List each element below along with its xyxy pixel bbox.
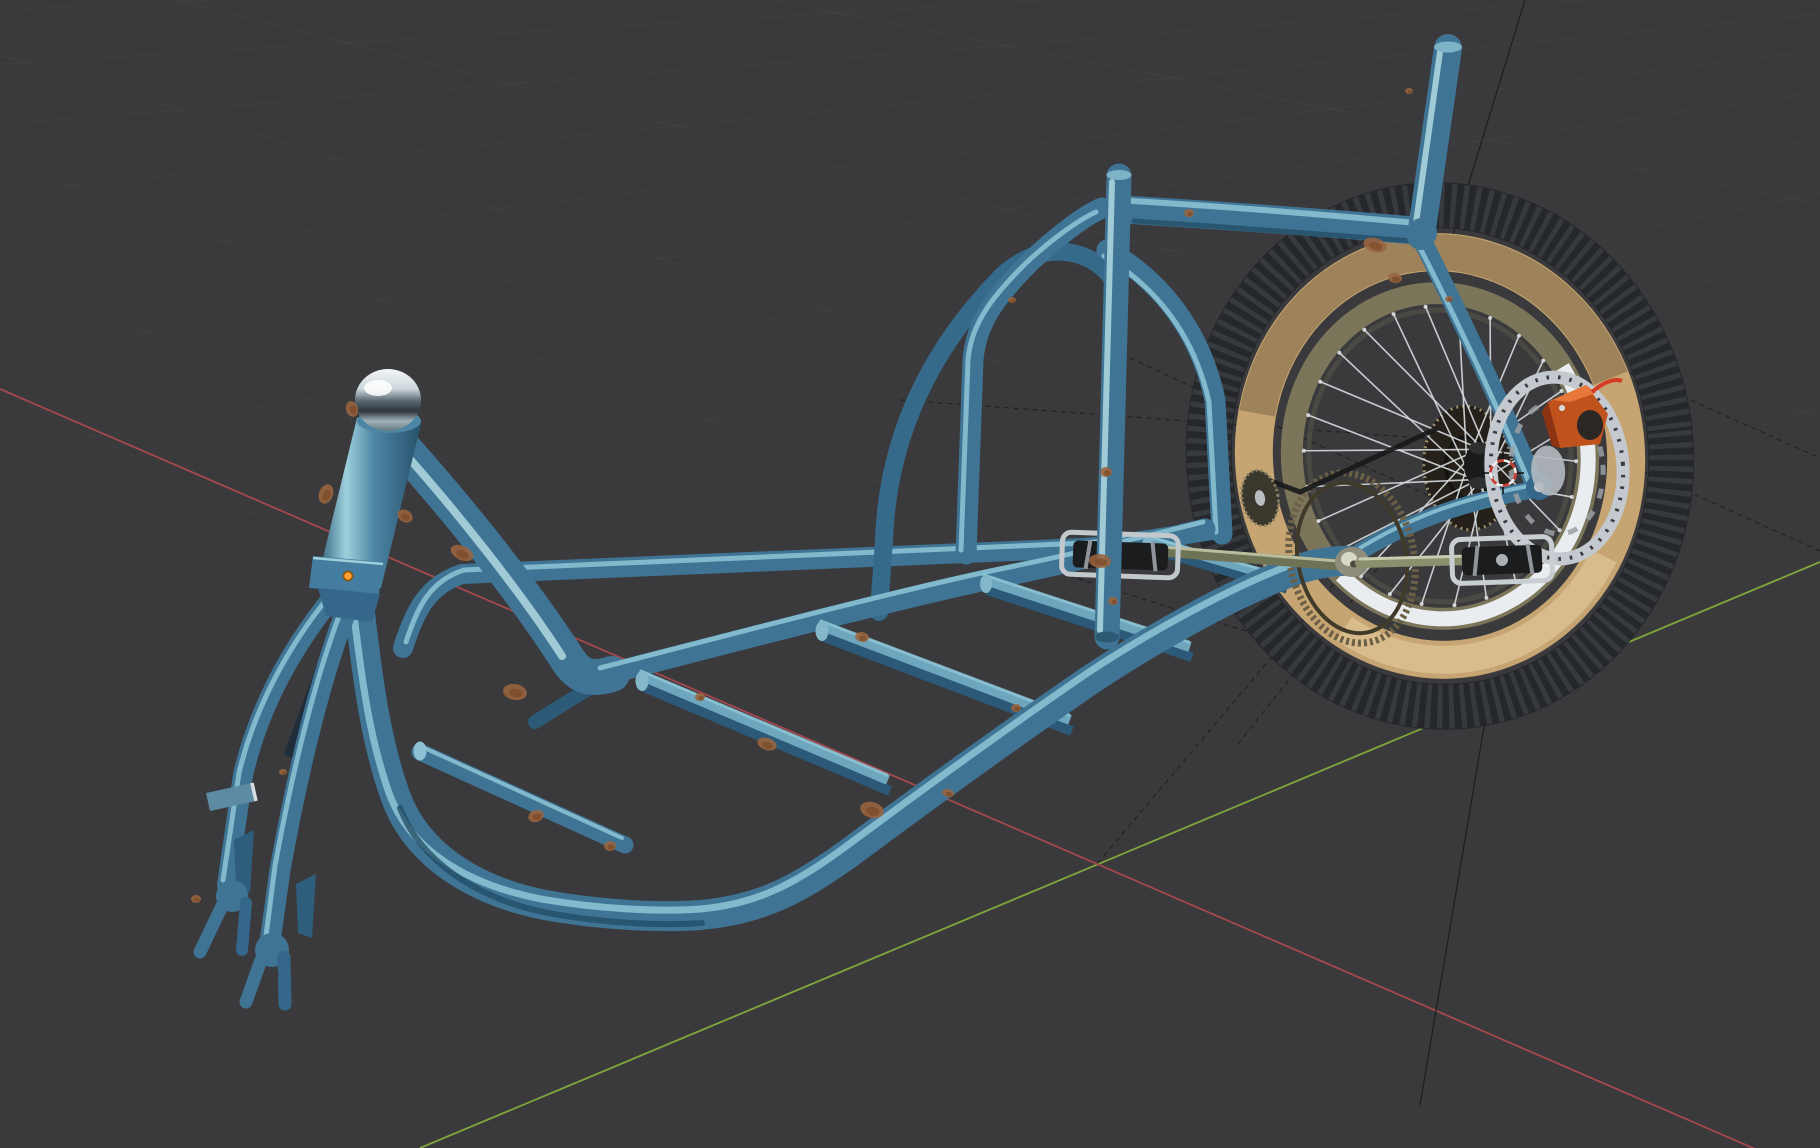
3d-viewport[interactable] [0, 0, 1820, 1148]
head-tube-chrome-cap [355, 369, 421, 431]
object-origin-dot [342, 570, 354, 582]
rear-junction [1407, 218, 1437, 248]
center-post-top-cap [1106, 170, 1132, 180]
chrome-specular [364, 380, 392, 396]
caliper-piston [1577, 410, 1603, 440]
seat-tube-top-cap [1434, 41, 1462, 53]
caliper-bolt [1559, 405, 1565, 411]
center-post-bottom-cap [1095, 631, 1119, 643]
viewport-canvas[interactable] [0, 0, 1820, 1148]
bed-lower-rail-cap [413, 741, 427, 761]
